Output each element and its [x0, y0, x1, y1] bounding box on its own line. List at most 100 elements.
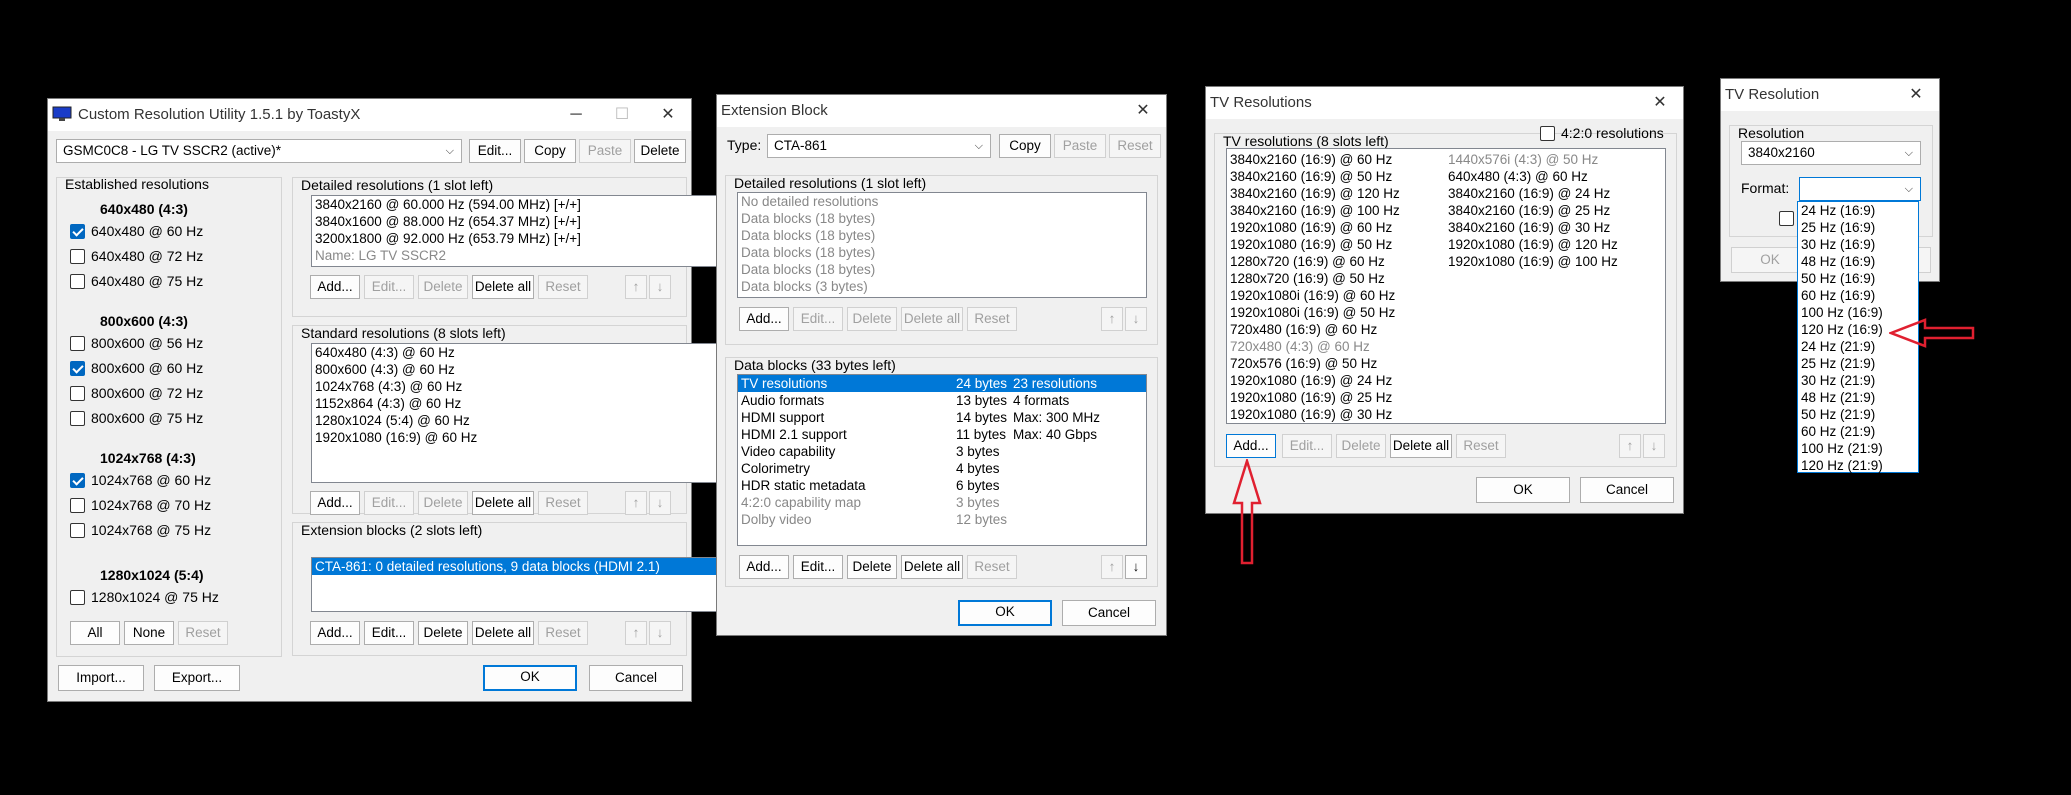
list-item[interactable]: 720x480 (4:3) @ 60 Hz — [1227, 338, 1442, 355]
list-item[interactable]: 3840x2160 (16:9) @ 120 Hz — [1227, 185, 1442, 202]
ok-button[interactable]: OK — [483, 665, 577, 691]
dropdown-option[interactable]: 30 Hz (21:9) — [1798, 372, 1918, 389]
list-item[interactable]: Data blocks (18 bytes) — [738, 210, 1146, 227]
list-item[interactable]: 3840x1600 @ 88.000 Hz (654.37 MHz) [+/+] — [312, 213, 720, 230]
edit-monitor-button[interactable]: Edit... — [469, 139, 521, 163]
extension-list[interactable]: CTA-861: 0 detailed resolutions, 9 data … — [311, 557, 721, 612]
list-item[interactable]: 1920x1080 (16:9) @ 60 Hz — [1227, 219, 1442, 236]
table-row[interactable]: HDMI support 14 bytes Max: 300 MHz — [738, 409, 1146, 426]
ok-button[interactable]: OK — [958, 600, 1052, 626]
table-row[interactable]: HDMI 2.1 support 11 bytes Max: 40 Gbps — [738, 426, 1146, 443]
close-icon[interactable]: ✕ — [1120, 95, 1166, 127]
tv-resolutions-list[interactable]: 3840x2160 (16:9) @ 60 Hz 3840x2160 (16:9… — [1226, 148, 1666, 424]
list-item[interactable]: 1152x864 (4:3) @ 60 Hz — [312, 395, 720, 412]
tv-delete-all-button[interactable]: Delete all — [1390, 434, 1452, 458]
dropdown-option[interactable]: 24 Hz (16:9) — [1798, 202, 1918, 219]
list-item[interactable]: 1920x1080 (16:9) @ 100 Hz — [1445, 253, 1665, 270]
dropdown-option[interactable]: 60 Hz (21:9) — [1798, 423, 1918, 440]
table-row[interactable]: Dolby video 12 bytes — [738, 511, 1146, 528]
list-item[interactable]: 1920x1080 (16:9) @ 24 Hz — [1227, 372, 1442, 389]
list-item[interactable]: 1920x1080 (16:9) @ 30 Hz — [1227, 406, 1442, 423]
detailed-delete-all-button[interactable]: Delete all — [472, 275, 534, 299]
table-row[interactable]: 4:2:0 capability map 3 bytes — [738, 494, 1146, 511]
detailed-add-button[interactable]: Add... — [739, 307, 789, 331]
dropdown-option[interactable]: 25 Hz (16:9) — [1798, 219, 1918, 236]
table-row[interactable]: TV resolutions 24 bytes 23 resolutions — [738, 375, 1146, 392]
copy-button[interactable]: Copy — [524, 139, 576, 163]
list-item[interactable]: Data blocks (18 bytes) — [738, 227, 1146, 244]
list-item[interactable]: 3840x2160 @ 60.000 Hz (594.00 MHz) [+/+] — [312, 196, 720, 213]
standard-delete-all-button[interactable]: Delete all — [472, 491, 534, 515]
list-item[interactable]: 3840x2160 (16:9) @ 30 Hz — [1445, 219, 1665, 236]
list-item[interactable]: 640x480 (4:3) @ 60 Hz — [1445, 168, 1665, 185]
list-item[interactable]: 1920x1080 (16:9) @ 50 Hz — [1227, 236, 1442, 253]
delete-monitor-button[interactable]: Delete — [634, 139, 686, 163]
list-item[interactable]: 3840x2160 (16:9) @ 60 Hz — [1227, 151, 1442, 168]
resolution-select[interactable]: 3840x2160 ⌵ — [1741, 141, 1921, 165]
cancel-button[interactable]: Cancel — [589, 665, 683, 691]
list-item[interactable]: 1920x1080 (16:9) @ 25 Hz — [1227, 389, 1442, 406]
title-bar[interactable]: TV Resolutions ✕ — [1206, 87, 1683, 119]
list-item[interactable]: 1280x1024 (5:4) @ 60 Hz — [312, 412, 720, 429]
datablocks-add-button[interactable]: Add... — [739, 555, 789, 579]
extension-delete-button[interactable]: Delete — [418, 621, 468, 645]
type-select[interactable]: CTA-861 ⌵ — [767, 134, 991, 158]
list-item[interactable]: Name: LG TV SSCR2 — [312, 247, 720, 264]
tv-add-button[interactable]: Add... — [1226, 434, 1276, 458]
cancel-button[interactable]: Cancel — [1580, 477, 1674, 503]
list-item[interactable]: 3840x2160 (16:9) @ 100 Hz — [1227, 202, 1442, 219]
dropdown-option[interactable]: 120 Hz (21:9) — [1798, 457, 1918, 474]
close-icon[interactable]: ✕ — [1637, 87, 1683, 119]
table-row[interactable]: Audio formats 13 bytes 4 formats — [738, 392, 1146, 409]
list-item[interactable]: 1920x1080i (16:9) @ 50 Hz — [1227, 304, 1442, 321]
all-button[interactable]: All — [70, 621, 120, 645]
detailed-list[interactable]: No detailed resolutions Data blocks (18 … — [737, 192, 1147, 298]
minimize-icon[interactable]: ─ — [553, 99, 599, 131]
list-item[interactable]: 3840x2160 (16:9) @ 25 Hz — [1445, 202, 1665, 219]
dropdown-option[interactable]: 60 Hz (16:9) — [1798, 287, 1918, 304]
list-item[interactable]: 3200x1800 @ 92.000 Hz (653.79 MHz) [+/+] — [312, 230, 720, 247]
close-icon[interactable]: ✕ — [1893, 79, 1939, 111]
list-item[interactable]: 1920x1080i (16:9) @ 60 Hz — [1227, 287, 1442, 304]
list-item[interactable]: 3840x2160 (16:9) @ 50 Hz — [1227, 168, 1442, 185]
dropdown-option[interactable]: 48 Hz (16:9) — [1798, 253, 1918, 270]
standard-add-button[interactable]: Add... — [310, 491, 360, 515]
title-bar[interactable]: TV Resolution ✕ — [1721, 79, 1939, 111]
cancel-button[interactable]: Cancel — [1062, 600, 1156, 626]
title-bar[interactable]: Extension Block ✕ — [717, 95, 1166, 127]
detailed-add-button[interactable]: Add... — [310, 275, 360, 299]
extension-add-button[interactable]: Add... — [310, 621, 360, 645]
list-item[interactable]: 720x576 (16:9) @ 50 Hz — [1227, 355, 1442, 372]
list-item[interactable]: 640x480 (4:3) @ 60 Hz — [312, 344, 720, 361]
datablocks-list[interactable]: TV resolutions 24 bytes 23 resolutions Aud… — [737, 374, 1147, 546]
extension-edit-button[interactable]: Edit... — [364, 621, 414, 645]
dropdown-option[interactable]: 50 Hz (21:9) — [1798, 406, 1918, 423]
datablocks-edit-button[interactable]: Edit... — [793, 555, 843, 579]
standard-list[interactable]: 640x480 (4:3) @ 60 Hz 800x600 (4:3) @ 60… — [311, 343, 721, 483]
dropdown-option[interactable]: 25 Hz (21:9) — [1798, 355, 1918, 372]
format-select[interactable]: ⌵ — [1799, 177, 1921, 201]
title-bar[interactable]: Custom Resolution Utility 1.5.1 by Toast… — [48, 99, 691, 131]
table-row[interactable]: Video capability 3 bytes — [738, 443, 1146, 460]
table-row[interactable]: HDR static metadata 6 bytes — [738, 477, 1146, 494]
export-button[interactable]: Export... — [154, 665, 240, 691]
dropdown-option[interactable]: 100 Hz (21:9) — [1798, 440, 1918, 457]
list-item[interactable]: 800x600 (4:3) @ 60 Hz — [312, 361, 720, 378]
list-item[interactable]: Data blocks (18 bytes) — [738, 261, 1146, 278]
dropdown-option[interactable]: 30 Hz (16:9) — [1798, 236, 1918, 253]
list-item[interactable]: Data blocks (3 bytes) — [738, 278, 1146, 295]
dropdown-option[interactable]: 50 Hz (16:9) — [1798, 270, 1918, 287]
detailed-list[interactable]: 3840x2160 @ 60.000 Hz (594.00 MHz) [+/+]… — [311, 195, 721, 267]
list-item[interactable]: 1280x720 (16:9) @ 50 Hz — [1227, 270, 1442, 287]
datablocks-delete-all-button[interactable]: Delete all — [901, 555, 963, 579]
list-item[interactable]: No detailed resolutions — [738, 193, 1146, 210]
close-icon[interactable]: ✕ — [645, 99, 691, 131]
none-button[interactable]: None — [124, 621, 174, 645]
ok-button[interactable]: OK — [1476, 477, 1570, 503]
dropdown-option[interactable]: 48 Hz (21:9) — [1798, 389, 1918, 406]
table-row[interactable]: Colorimetry 4 bytes — [738, 460, 1146, 477]
monitor-select[interactable]: GSMC0C8 - LG TV SSCR2 (active)* ⌵ — [56, 139, 462, 163]
datablocks-delete-button[interactable]: Delete — [847, 555, 897, 579]
list-item[interactable]: 720x480 (16:9) @ 60 Hz — [1227, 321, 1442, 338]
list-item[interactable]: CTA-861: 0 detailed resolutions, 9 data … — [312, 558, 720, 575]
